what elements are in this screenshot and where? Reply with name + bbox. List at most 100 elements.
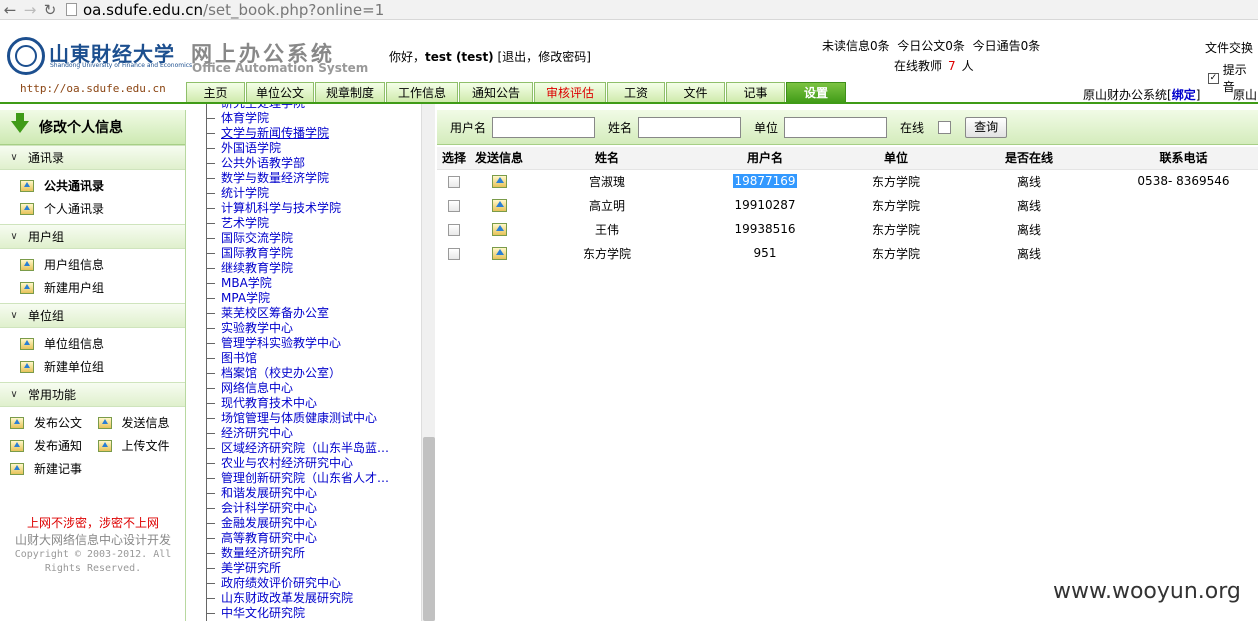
row-select[interactable]: [437, 217, 471, 241]
tree-item[interactable]: 统计学院: [187, 186, 389, 201]
sidebar-group-contacts[interactable]: ∨ 通讯录: [0, 145, 185, 170]
tree-item[interactable]: 场馆管理与体质健康测试中心: [187, 411, 389, 426]
send-message-icon[interactable]: [491, 199, 507, 212]
tree-item[interactable]: 金融发展研究中心: [187, 516, 389, 531]
row-send[interactable]: [471, 169, 527, 193]
tree-item[interactable]: MBA学院: [187, 276, 389, 291]
tree-item[interactable]: 数学与数量经济学院: [187, 171, 389, 186]
tree-item[interactable]: 中华文化研究院: [187, 606, 389, 621]
tree-item[interactable]: 和谐发展研究中心: [187, 486, 389, 501]
tree-item[interactable]: 农业与农村经济研究中心: [187, 456, 389, 471]
tree-item[interactable]: 经济研究中心: [187, 426, 389, 441]
table-row[interactable]: 东方学院 951 东方学院 离线: [437, 241, 1258, 265]
sidebar-item-new-unit-group[interactable]: 新建单位组: [0, 355, 185, 378]
arrow-right-icon[interactable]: →: [20, 0, 40, 20]
change-password-link[interactable]: 修改密码]: [538, 50, 591, 64]
quick-publish-doc[interactable]: 发布公文: [10, 414, 98, 431]
tree-item[interactable]: 网络信息中心: [187, 381, 389, 396]
today-notice-count[interactable]: 今日通告0条: [973, 39, 1041, 53]
tree-item[interactable]: 美学研究所: [187, 561, 389, 576]
tree-item[interactable]: 区域经济研究院（山东半岛蓝…: [187, 441, 389, 456]
tab-regulations[interactable]: 规章制度: [315, 82, 385, 103]
tree-item[interactable]: 外国语学院: [187, 141, 389, 156]
row-select[interactable]: [437, 241, 471, 265]
row-checkbox[interactable]: [448, 247, 460, 260]
row-checkbox[interactable]: [448, 199, 460, 212]
site-url[interactable]: http://oa.sdufe.edu.cn: [20, 82, 166, 95]
quick-send-message[interactable]: 发送信息: [97, 414, 186, 431]
tab-files[interactable]: 文件: [666, 82, 725, 103]
query-button[interactable]: 查询: [965, 116, 1008, 138]
tree-item[interactable]: 研究生处理学院: [187, 104, 389, 111]
unread-count[interactable]: 未读信息0条: [822, 39, 890, 53]
row-send[interactable]: [471, 193, 527, 217]
address-bar[interactable]: oa.sdufe.edu.cn /set_book.php?online=1: [66, 1, 384, 19]
table-row[interactable]: 高立明 19910287 东方学院 离线: [437, 193, 1258, 217]
tree-item[interactable]: 管理学科实验教学中心: [187, 336, 389, 351]
tip-sound-checkbox[interactable]: ✓: [1208, 72, 1219, 84]
tab-settings[interactable]: 设置: [786, 82, 846, 103]
tab-audit[interactable]: 审核评估: [534, 82, 606, 103]
online-teachers[interactable]: 在线教师 7 人: [894, 57, 974, 74]
tab-notices[interactable]: 通知公告: [459, 82, 533, 103]
bind-link[interactable]: 绑定: [1172, 88, 1196, 102]
tree-item[interactable]: 政府绩效评价研究中心: [187, 576, 389, 591]
name-input[interactable]: [638, 116, 742, 138]
tree-item[interactable]: MPA学院: [187, 291, 389, 306]
scrollbar-thumb[interactable]: [423, 437, 435, 621]
tree-item[interactable]: 公共外语教学部: [187, 156, 389, 171]
table-row[interactable]: 宫淑瑰 19877169 东方学院 离线 0538- 8369546: [437, 169, 1258, 193]
row-send[interactable]: [471, 241, 527, 265]
logout-link[interactable]: [退出，: [498, 50, 539, 64]
sidebar-item-public-contacts[interactable]: 公共通讯录: [0, 174, 185, 197]
tree-item[interactable]: 计算机科学与技术学院: [187, 201, 389, 216]
tab-salary[interactable]: 工资: [607, 82, 665, 103]
row-select[interactable]: [437, 169, 471, 193]
sidebar-group-user-groups[interactable]: ∨ 用户组: [0, 224, 185, 249]
unit-input[interactable]: [784, 116, 888, 138]
table-row[interactable]: 王伟 19938516 东方学院 离线: [437, 217, 1258, 241]
tree-item[interactable]: 现代教育技术中心: [187, 396, 389, 411]
sidebar-item-unit-group-info[interactable]: 单位组信息: [0, 332, 185, 355]
tree-item[interactable]: 文学与新闻传播学院: [187, 126, 389, 141]
tree-item[interactable]: 体育学院: [187, 111, 389, 126]
sidebar-group-common[interactable]: ∨ 常用功能: [0, 382, 185, 407]
send-message-icon[interactable]: [491, 175, 507, 189]
quick-new-note[interactable]: 新建记事: [10, 460, 98, 477]
tree-item[interactable]: 国际教育学院: [187, 246, 389, 261]
tree-item[interactable]: 高等教育研究中心: [187, 531, 389, 546]
sidebar-item-personal-contacts[interactable]: 个人通讯录: [0, 197, 185, 220]
online-checkbox[interactable]: [938, 120, 952, 134]
tree-item[interactable]: 管理创新研究院（山东省人才…: [187, 471, 389, 486]
tree-item[interactable]: 实验教学中心: [187, 321, 389, 336]
sidebar-item-user-group-info[interactable]: 用户组信息: [0, 253, 185, 276]
old-system-right[interactable]: 原山: [1233, 86, 1257, 103]
row-checkbox[interactable]: [448, 223, 460, 236]
tree-item[interactable]: 山东财政改革发展研究院: [187, 591, 389, 606]
row-select[interactable]: [437, 193, 471, 217]
reload-icon[interactable]: ↻: [40, 0, 60, 20]
tree-item[interactable]: 数量经济研究所: [187, 546, 389, 561]
tab-notes[interactable]: 记事: [726, 82, 785, 103]
tab-work-info[interactable]: 工作信息: [386, 82, 458, 103]
sidebar-group-unit-groups[interactable]: ∨ 单位组: [0, 303, 185, 328]
tree-scrollbar[interactable]: [421, 104, 435, 621]
quick-upload-file[interactable]: 上传文件: [97, 437, 186, 454]
row-send[interactable]: [471, 217, 527, 241]
tree-item[interactable]: 继续教育学院: [187, 261, 389, 276]
old-system-link[interactable]: 原山财办公系统[绑定]: [1083, 86, 1200, 103]
tab-home[interactable]: 主页: [186, 82, 245, 103]
arrow-left-icon[interactable]: ←: [0, 0, 20, 20]
tree-item[interactable]: 图书馆: [187, 351, 389, 366]
username-input[interactable]: [492, 116, 596, 138]
row-checkbox[interactable]: [448, 175, 460, 188]
tree-item[interactable]: 档案馆（校史办公室）: [187, 366, 389, 381]
today-doc-count[interactable]: 今日公文0条: [897, 39, 965, 53]
file-exchange-link[interactable]: 文件交换: [1205, 39, 1253, 56]
tab-unit-docs[interactable]: 单位公文: [246, 82, 314, 103]
send-message-icon[interactable]: [491, 247, 507, 260]
tree-item[interactable]: 会计科学研究中心: [187, 501, 389, 516]
quick-publish-notice[interactable]: 发布通知: [10, 437, 98, 454]
send-message-icon[interactable]: [491, 223, 507, 236]
tree-item[interactable]: 艺术学院: [187, 216, 389, 231]
